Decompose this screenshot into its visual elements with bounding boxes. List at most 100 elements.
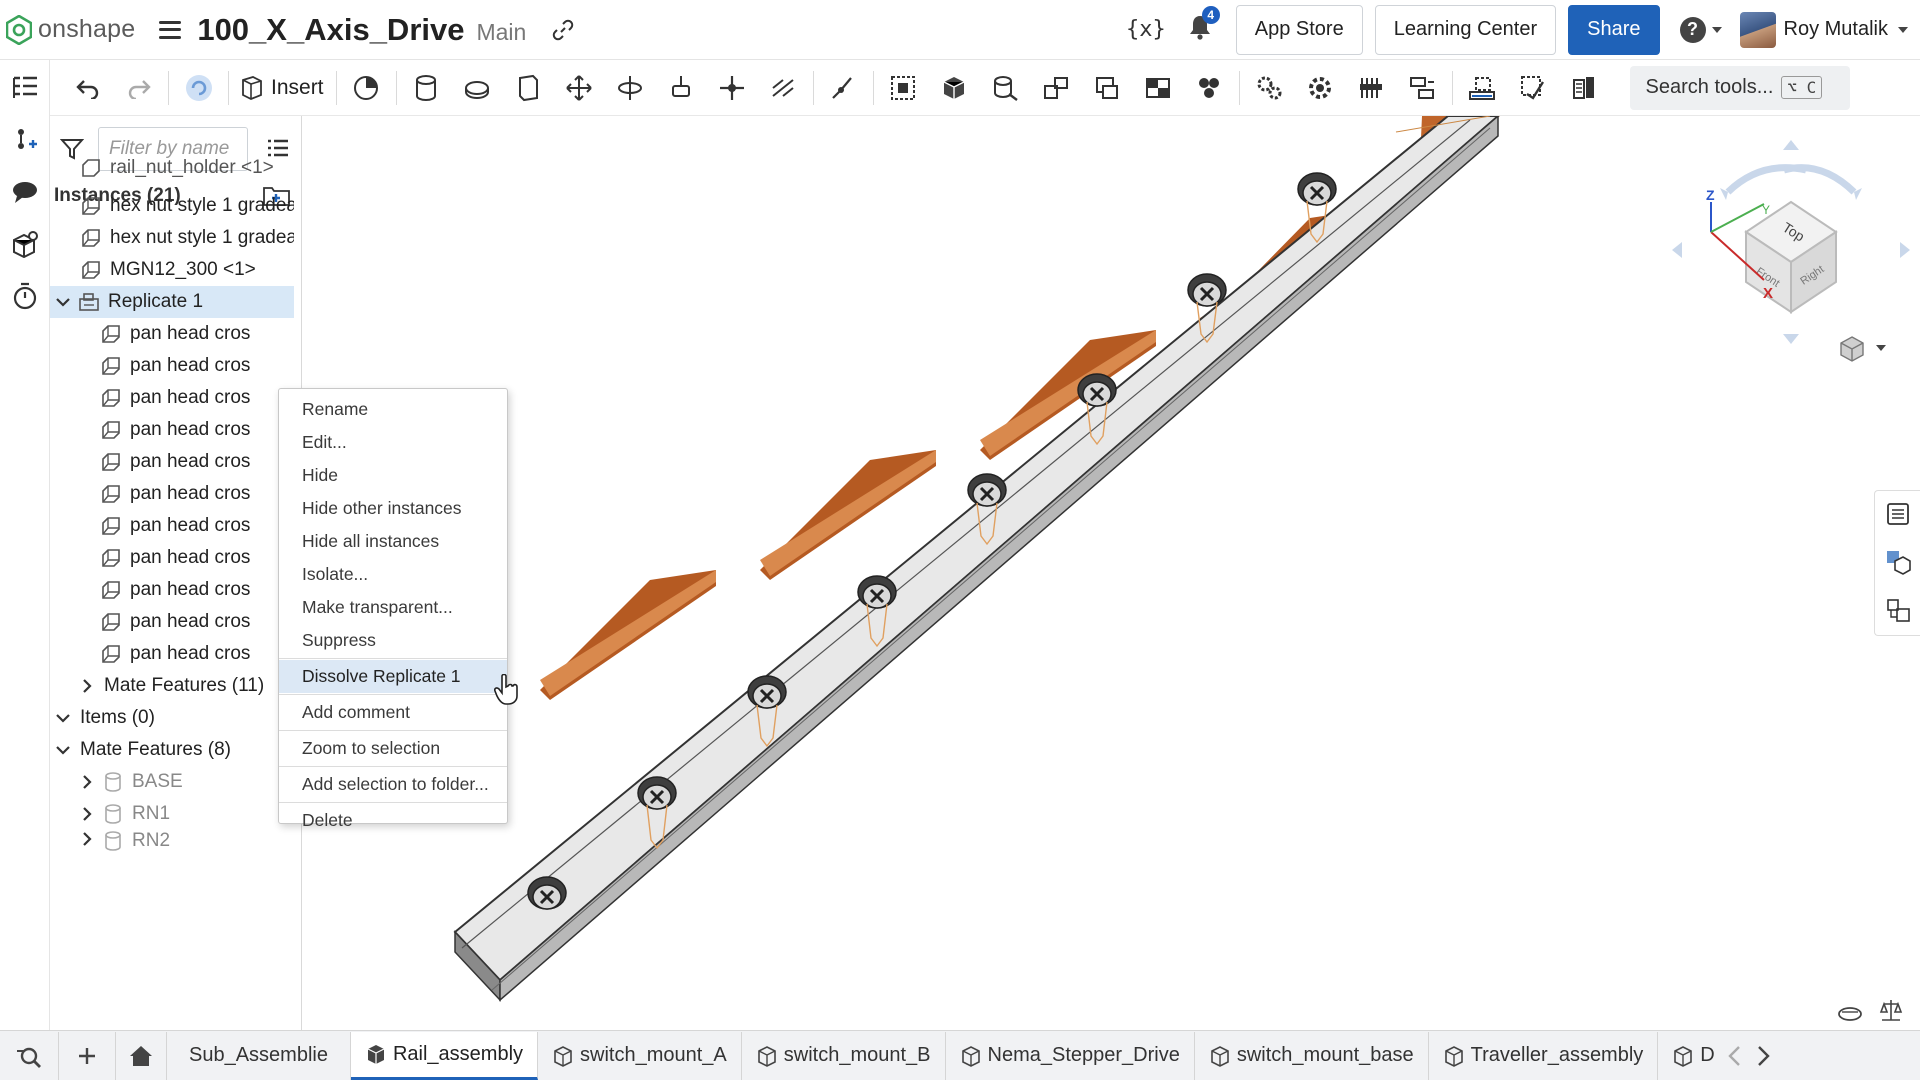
- share-button[interactable]: Share: [1568, 4, 1660, 55]
- properties-icon[interactable]: [1885, 501, 1911, 527]
- feature-list-icon[interactable]: [11, 74, 39, 102]
- variables-icon[interactable]: {x}: [1126, 17, 1166, 42]
- help-menu[interactable]: ?: [1679, 16, 1722, 43]
- tree-row[interactable]: pan head cros: [78, 446, 294, 478]
- tree-row[interactable]: pan head cros: [78, 638, 294, 670]
- tree-row[interactable]: pan head cros: [78, 318, 294, 350]
- menu-item-rename[interactable]: Rename: [279, 393, 507, 426]
- menu-item-add-comment[interactable]: Add comment: [279, 696, 507, 729]
- animation-icon[interactable]: [11, 282, 39, 310]
- linear-relation-icon[interactable]: [1082, 64, 1133, 112]
- tree-row-partial[interactable]: rail_nut_holder <1>: [54, 156, 294, 180]
- menu-item-make-transparent[interactable]: Make transparent...: [279, 591, 507, 624]
- scroll-tabs-right-icon[interactable]: [1749, 1042, 1777, 1070]
- tree-row-rn1[interactable]: RN1: [78, 798, 294, 830]
- tab-switch-mount-b[interactable]: switch_mount_B: [742, 1031, 946, 1080]
- gear-icon[interactable]: [1295, 64, 1346, 112]
- document-title[interactable]: 100_X_Axis_Drive: [197, 12, 464, 48]
- chevron-down-icon[interactable]: [54, 709, 72, 727]
- rack-icon[interactable]: [1346, 64, 1397, 112]
- chevron-right-icon[interactable]: [78, 677, 96, 695]
- cylindrical-mate-icon[interactable]: [605, 64, 656, 112]
- tab-nema-stepper-drive[interactable]: Nema_Stepper_Drive: [946, 1031, 1195, 1080]
- menu-item-delete[interactable]: Delete: [279, 804, 507, 837]
- view-cube[interactable]: Top Front Right Z X Y: [1666, 132, 1916, 352]
- tree-row[interactable]: pan head cros: [78, 574, 294, 606]
- pattern-icon[interactable]: [1184, 64, 1235, 112]
- redo-icon[interactable]: [113, 64, 164, 112]
- undo-icon[interactable]: [62, 64, 113, 112]
- chevron-right-icon[interactable]: [78, 805, 96, 823]
- slider-mate-icon[interactable]: [503, 64, 554, 112]
- revolute-mate-icon[interactable]: [452, 64, 503, 112]
- onshape-logo[interactable]: onshape: [6, 14, 135, 45]
- tree-row-mate-features-11[interactable]: Mate Features (11): [78, 670, 294, 702]
- menu-item-zoom-to-selection[interactable]: Zoom to selection: [279, 732, 507, 765]
- tangent-mate-icon[interactable]: [818, 64, 869, 112]
- tab-switch-mount-a[interactable]: switch_mount_A: [538, 1031, 742, 1080]
- mate-connector-icon[interactable]: [341, 64, 392, 112]
- menu-item-dissolve-replicate[interactable]: Dissolve Replicate 1: [279, 660, 507, 693]
- chevron-down-icon[interactable]: [1898, 26, 1908, 33]
- regenerate-icon[interactable]: [173, 64, 224, 112]
- tree-row-items[interactable]: Items (0): [50, 702, 294, 734]
- mass-properties-icon[interactable]: [1836, 1000, 1864, 1024]
- tree-row[interactable]: pan head cros: [78, 414, 294, 446]
- units-icon[interactable]: [1878, 998, 1904, 1024]
- rack-pinion-icon[interactable]: [980, 64, 1031, 112]
- app-store-button[interactable]: App Store: [1235, 4, 1363, 55]
- configurations-icon[interactable]: [11, 230, 39, 258]
- tree-row[interactable]: pan head cros: [78, 606, 294, 638]
- relations-icon[interactable]: [929, 64, 980, 112]
- menu-item-isolate[interactable]: Isolate...: [279, 558, 507, 591]
- tab-rail-assembly[interactable]: Rail_assembly: [350, 1031, 539, 1080]
- bom-table-icon[interactable]: [1885, 597, 1911, 623]
- planar-mate-icon[interactable]: [554, 64, 605, 112]
- tab-traveller-assembly[interactable]: Traveller_assembly: [1429, 1031, 1659, 1080]
- tree-row-replicate[interactable]: Replicate 1: [50, 286, 294, 318]
- pin-slot-mate-icon[interactable]: [656, 64, 707, 112]
- replicate-icon[interactable]: [1133, 64, 1184, 112]
- measure-icon[interactable]: [1457, 64, 1508, 112]
- chevron-right-icon[interactable]: [78, 773, 96, 791]
- tab-sub-assemblie[interactable]: Sub_Assemblie: [167, 1031, 351, 1080]
- tree-row[interactable]: pan head cros: [78, 510, 294, 542]
- search-tools-input[interactable]: Search tools... ⌥ C: [1629, 65, 1850, 110]
- chevron-down-icon[interactable]: [54, 293, 72, 311]
- menu-item-add-selection-to-folder[interactable]: Add selection to folder...: [279, 768, 507, 801]
- tree-row-base[interactable]: BASE: [78, 766, 294, 798]
- menu-item-hide-all-instances[interactable]: Hide all instances: [279, 525, 507, 558]
- menu-item-hide[interactable]: Hide: [279, 459, 507, 492]
- comments-icon[interactable]: [11, 178, 39, 206]
- group-icon[interactable]: [878, 64, 929, 112]
- menu-icon[interactable]: [159, 20, 182, 39]
- tree-row[interactable]: MGN12_300 <1>: [54, 254, 294, 286]
- graphics-viewport[interactable]: Top Front Right Z X Y: [302, 116, 1920, 1050]
- tab-truncated[interactable]: D: [1658, 1032, 1718, 1080]
- parallel-mate-icon[interactable]: [758, 64, 809, 112]
- link-icon[interactable]: [552, 19, 574, 41]
- scroll-tabs-left-icon[interactable]: [1721, 1042, 1749, 1070]
- notifications-button[interactable]: 4: [1188, 6, 1220, 45]
- orientation-cube[interactable]: Top Front Right: [1744, 200, 1838, 314]
- chevron-right-icon[interactable]: [78, 830, 96, 848]
- tree-row[interactable]: pan head cros: [78, 350, 294, 382]
- gear-relation-icon[interactable]: [1244, 64, 1295, 112]
- tree-row-mate-features-8[interactable]: Mate Features (8): [50, 734, 294, 766]
- tree-row-rn2[interactable]: RN2: [78, 830, 294, 852]
- tree-row[interactable]: hex nut style 1 gradea...: [54, 190, 294, 222]
- appearance-icon[interactable]: [1885, 549, 1911, 575]
- bill-of-materials-icon[interactable]: [1559, 64, 1610, 112]
- home-tab-button[interactable]: [116, 1031, 167, 1080]
- section-view-icon[interactable]: [1508, 64, 1559, 112]
- add-tab-button[interactable]: [58, 1031, 116, 1080]
- menu-item-edit[interactable]: Edit...: [279, 426, 507, 459]
- chevron-down-icon[interactable]: [54, 741, 72, 759]
- branch-name[interactable]: Main: [476, 19, 526, 46]
- tree-row[interactable]: pan head cros: [78, 478, 294, 510]
- learning-center-button[interactable]: Learning Center: [1374, 4, 1557, 55]
- fastened-mate-icon[interactable]: [401, 64, 452, 112]
- insert-button[interactable]: Insert: [233, 64, 332, 112]
- avatar[interactable]: [1739, 11, 1776, 48]
- menu-item-hide-other-instances[interactable]: Hide other instances: [279, 492, 507, 525]
